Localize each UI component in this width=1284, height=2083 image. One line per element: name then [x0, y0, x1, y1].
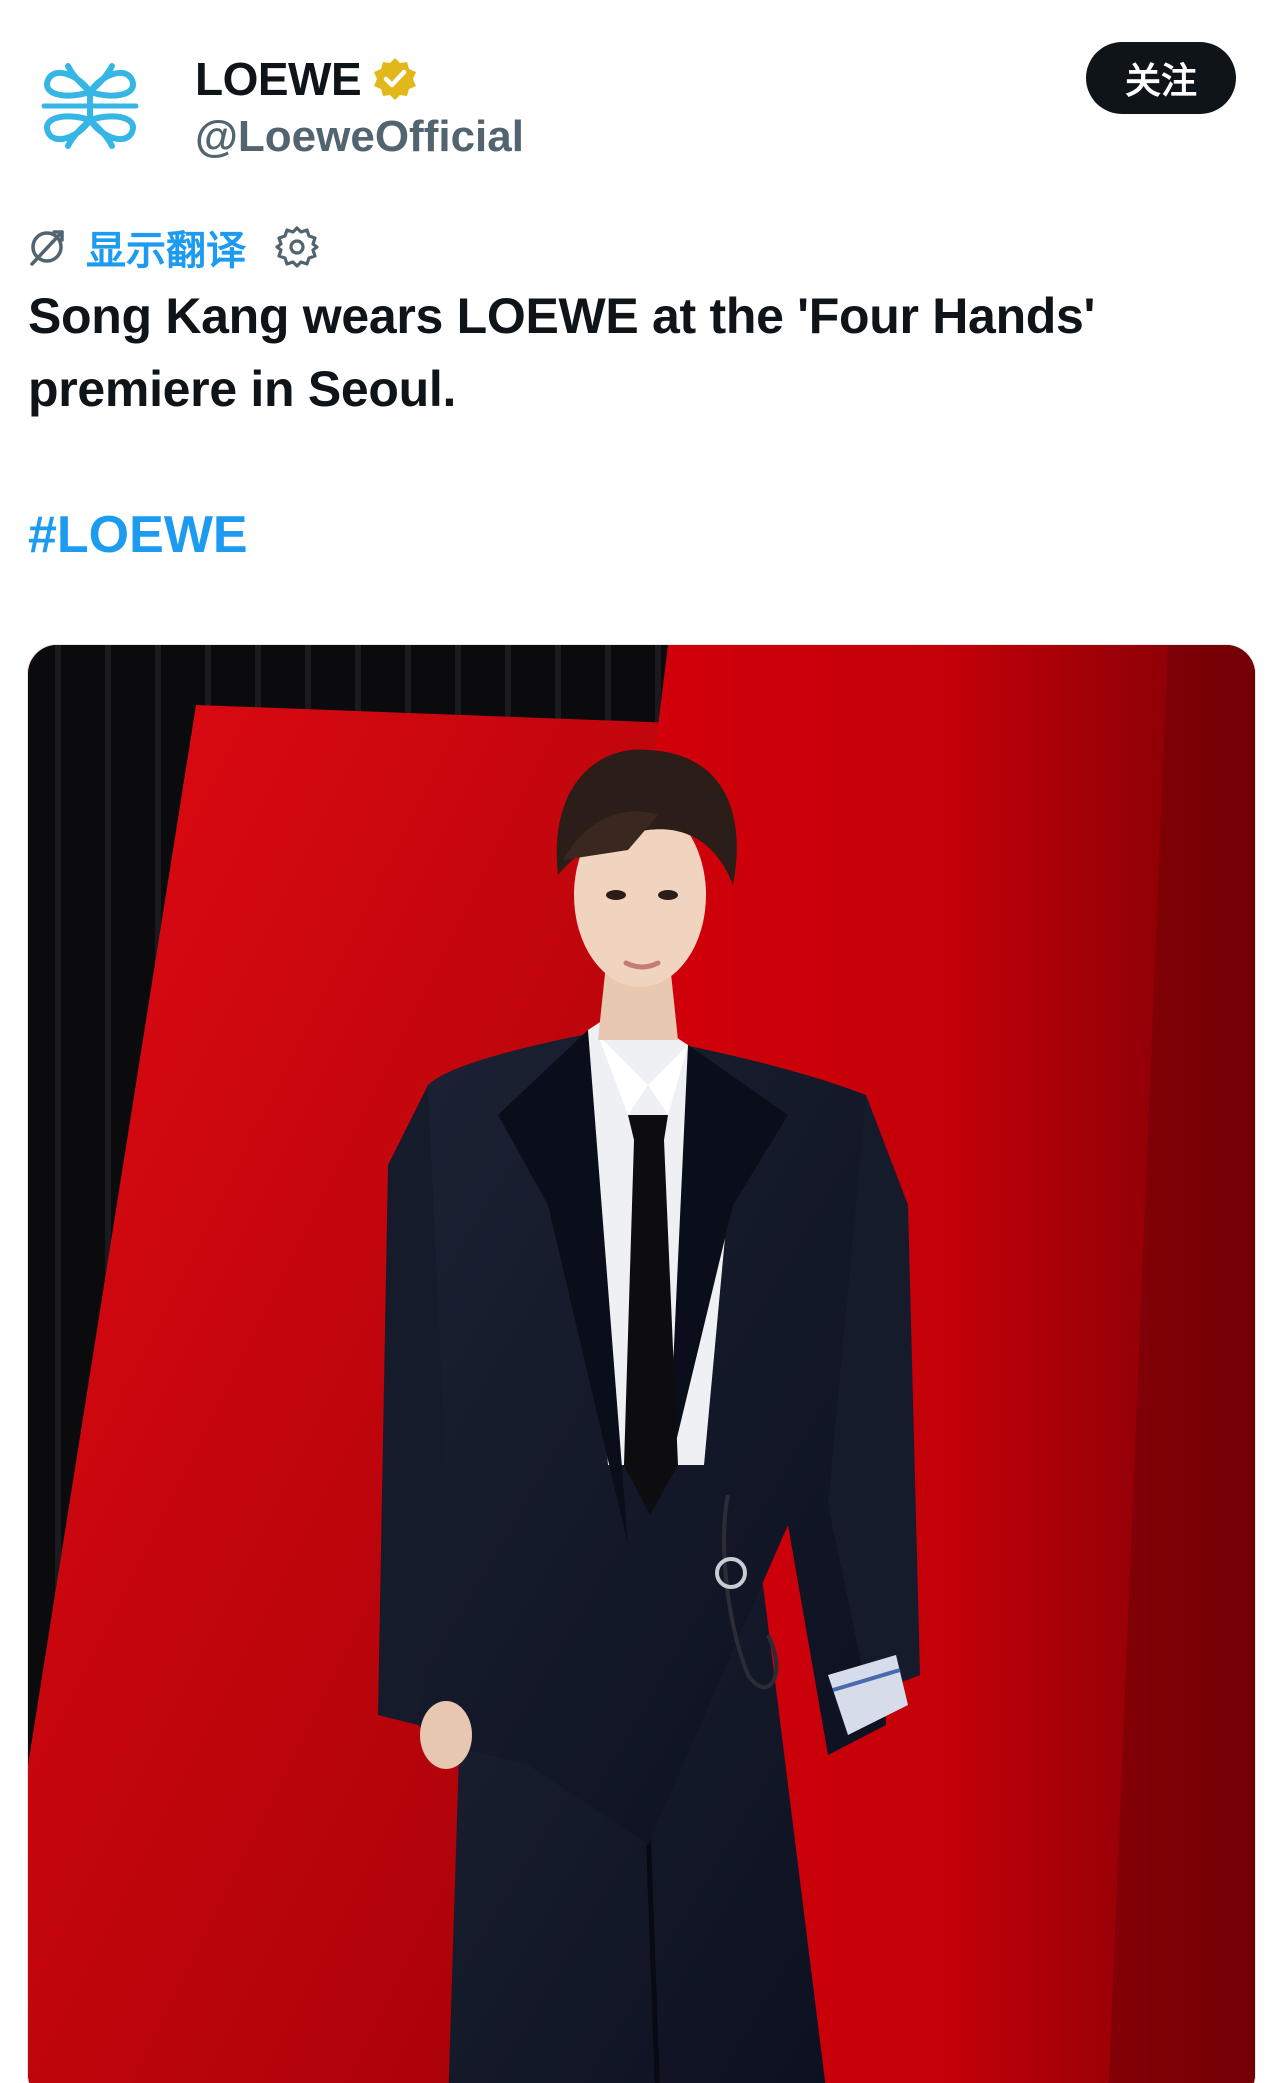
tweet-text: Song Kang wears LOEWE at the 'Four Hands…	[28, 288, 1096, 417]
follow-button[interactable]: 关注	[1086, 42, 1236, 114]
account-name-row[interactable]: LOEWE	[195, 52, 419, 106]
gold-verified-icon	[374, 58, 417, 100]
account-handle[interactable]: @LoeweOfficial	[195, 112, 524, 162]
display-name[interactable]: LOEWE	[195, 52, 362, 106]
loewe-anagram-logo-icon	[41, 63, 139, 149]
tweet-photo[interactable]	[27, 644, 1256, 2083]
show-translation-link[interactable]: 显示翻译	[86, 218, 246, 276]
translate-row: 显示翻译	[26, 218, 320, 276]
tweet-page: LOEWE @LoeweOfficial 关注 显示翻译 Song Kang w…	[0, 0, 1284, 2083]
hashtag-link[interactable]: #LOEWE	[28, 505, 248, 565]
avatar[interactable]	[28, 44, 152, 168]
photo-illustration	[28, 645, 1255, 2083]
gear-icon[interactable]	[274, 224, 320, 270]
translate-icon	[30, 230, 64, 266]
